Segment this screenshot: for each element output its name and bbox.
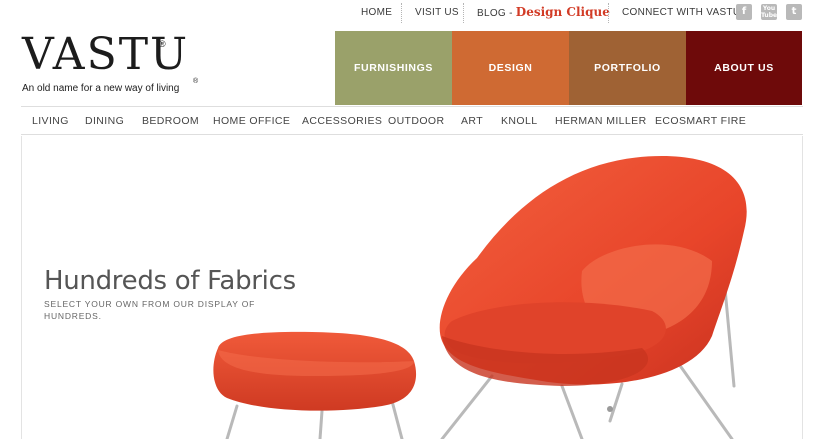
nav-separator xyxy=(401,3,402,23)
category-living[interactable]: LIVING xyxy=(32,115,69,127)
registered-mark: ® xyxy=(159,39,166,49)
hero-subtitle: SELECT YOUR OWN FROM OUR DISPLAY OF HUND… xyxy=(44,299,256,321)
category-outdoor[interactable]: OUTDOOR xyxy=(388,115,444,127)
category-ecosmart-fire[interactable]: ECOSMART FIRE xyxy=(655,115,746,127)
home-link[interactable]: HOME xyxy=(361,7,392,18)
facebook-icon[interactable]: f xyxy=(736,4,752,20)
youtube-icon[interactable]: You Tube xyxy=(761,4,777,20)
category-home-office[interactable]: HOME OFFICE xyxy=(213,115,290,127)
nav-furnishings[interactable]: FURNISHINGS xyxy=(335,31,452,105)
visit-us-link[interactable]: VISIT US xyxy=(415,7,459,18)
leg-glide xyxy=(607,406,613,412)
hero-title: Hundreds of Fabrics xyxy=(44,266,296,296)
category-herman-miller[interactable]: HERMAN MILLER xyxy=(555,115,647,127)
category-nav: LIVING DINING BEDROOM HOME OFFICE ACCESS… xyxy=(21,106,803,135)
nav-separator xyxy=(463,3,464,23)
vastu-logo[interactable]: VASTU ® An old name for a new way of liv… xyxy=(22,31,212,103)
hero-banner[interactable]: Hundreds of Fabrics SELECT YOUR OWN FROM… xyxy=(21,136,803,439)
category-knoll[interactable]: KNOLL xyxy=(501,115,537,127)
category-art[interactable]: ART xyxy=(461,115,483,127)
category-dining[interactable]: DINING xyxy=(85,115,124,127)
logo-tagline: An old name for a new way of living xyxy=(22,83,180,94)
blog-brand-name: Design Clique xyxy=(515,5,610,19)
blog-link[interactable]: BLOG - Design Clique xyxy=(477,5,610,19)
main-nav: FURNISHINGS DESIGN PORTFOLIO ABOUT US xyxy=(335,31,802,105)
registered-mark: ® xyxy=(193,78,199,85)
nav-portfolio[interactable]: PORTFOLIO xyxy=(569,31,686,105)
top-utility-nav: HOME VISIT US BLOG - Design Clique CONNE… xyxy=(350,0,822,28)
category-bedroom[interactable]: BEDROOM xyxy=(142,115,199,127)
connect-link[interactable]: CONNECT WITH VASTU xyxy=(622,7,740,18)
category-accessories[interactable]: ACCESSORIES xyxy=(302,115,382,127)
nav-separator xyxy=(608,3,609,23)
blog-prefix: BLOG - xyxy=(477,8,516,19)
nav-design[interactable]: DESIGN xyxy=(452,31,569,105)
nav-about-us[interactable]: ABOUT US xyxy=(686,31,802,105)
twitter-icon[interactable]: t xyxy=(786,4,802,20)
